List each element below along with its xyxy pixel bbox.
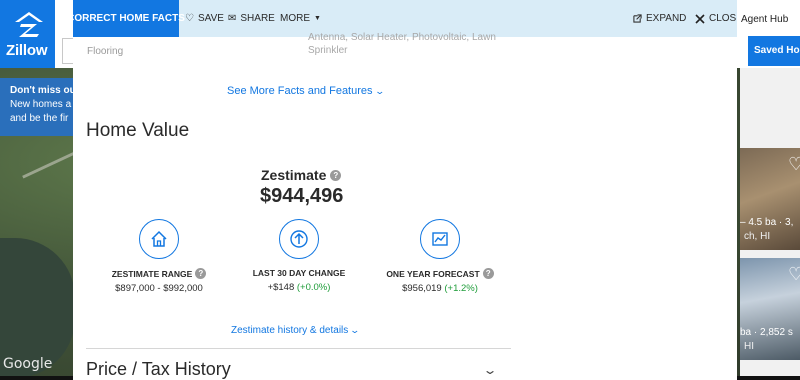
metric-value-text: +$148 xyxy=(267,282,295,293)
info-icon[interactable]: ? xyxy=(195,268,207,279)
price-tax-history-heading[interactable]: Price / Tax History xyxy=(86,359,231,380)
envelope-icon: ✉ xyxy=(228,13,237,24)
home-icon xyxy=(139,219,179,259)
metric-value: +$148 (+0.0%) xyxy=(229,282,369,293)
last-30-day-change-metric: LAST 30 DAY CHANGE +$148 (+0.0%) xyxy=(229,219,369,293)
expand-label: EXPAND xyxy=(646,13,687,24)
metric-label-text: ONE YEAR FORECAST xyxy=(386,268,480,279)
listing-card[interactable]: ♡ – 4.5 ba · 3, ch, HI xyxy=(740,148,800,250)
caret-down-icon: ▼ xyxy=(314,15,321,22)
correct-home-facts-button[interactable]: CORRECT HOME FACTS xyxy=(73,0,185,37)
metric-label: ONE YEAR FORECAST ? xyxy=(370,268,510,279)
metric-label-text: LAST 30 DAY CHANGE xyxy=(252,268,346,278)
zestimate-value: $944,496 xyxy=(260,185,344,207)
info-icon[interactable]: ? xyxy=(482,268,494,279)
metric-label-text: ZESTIMATE RANGE xyxy=(111,268,193,279)
expand-button[interactable]: EXPAND xyxy=(633,0,686,37)
metric-label: ZESTIMATE RANGE ? xyxy=(89,268,229,279)
arrow-up-icon xyxy=(279,219,319,259)
listing-meta: ba · 2,852 s xyxy=(740,327,793,338)
section-divider xyxy=(86,348,511,349)
zillow-house-icon xyxy=(15,12,43,37)
save-label: SAVE xyxy=(197,13,224,24)
trend-chart-icon xyxy=(420,219,460,259)
saved-homes-button[interactable]: Saved Hom xyxy=(748,36,800,66)
modal-body: Flooring Antenna, Solar Heater, Photovol… xyxy=(73,32,737,380)
one-year-forecast-metric: ONE YEAR FORECAST ? $956,019 (+1.2%) xyxy=(370,219,510,294)
agent-hub-link[interactable]: Agent Hub xyxy=(741,14,788,25)
zillow-logo[interactable]: Zillow xyxy=(0,0,55,68)
map-attribution: Google xyxy=(3,356,53,372)
chevron-down-icon: ⌄ xyxy=(349,325,361,335)
map-road xyxy=(22,150,78,179)
metric-label: LAST 30 DAY CHANGE xyxy=(229,268,369,278)
zestimate-history-link[interactable]: Zestimate history & details ⌄ xyxy=(231,325,361,336)
heart-icon[interactable]: ♡ xyxy=(788,154,800,175)
see-more-facts-link[interactable]: See More Facts and Features ⌄ xyxy=(227,85,385,97)
promo-banner[interactable]: Don't miss ou New homes a and be the fir xyxy=(0,78,75,136)
metric-change: (+1.2%) xyxy=(444,283,478,294)
metric-value-text: $956,019 xyxy=(402,283,442,294)
listing-location: ch, HI xyxy=(744,231,771,242)
home-details-modal: CORRECT HOME FACTS ♡ SAVE ✉ SHARE MORE ▼… xyxy=(73,0,737,380)
share-label: SHARE xyxy=(240,13,275,24)
banner-line: and be the fir xyxy=(10,113,69,124)
logo-text: Zillow xyxy=(6,42,48,59)
metric-value: $897,000 - $992,000 xyxy=(89,283,229,294)
external-link-icon xyxy=(633,14,642,23)
close-icon xyxy=(695,13,705,24)
metric-change: (+0.0%) xyxy=(296,282,331,293)
listing-card[interactable]: ♡ ba · 2,852 s HI xyxy=(740,258,800,360)
banner-title: Don't miss ou xyxy=(10,85,75,96)
close-button[interactable]: CLOSE xyxy=(695,0,737,37)
chevron-down-icon: ⌄ xyxy=(374,85,385,96)
zestimate-history-label: Zestimate history & details xyxy=(231,325,349,336)
close-label: CLOSE xyxy=(709,13,737,24)
home-value-heading: Home Value xyxy=(86,120,190,141)
share-button[interactable]: ✉ SHARE xyxy=(228,0,275,37)
listing-location: HI xyxy=(744,341,754,352)
metric-value: $956,019 (+1.2%) xyxy=(370,283,510,294)
listing-meta: – 4.5 ba · 3, xyxy=(740,217,794,228)
heart-icon: ♡ xyxy=(185,13,194,24)
chevron-down-icon[interactable]: ⌄ xyxy=(482,363,497,377)
zestimate-label-text: Zestimate xyxy=(261,167,327,183)
info-icon[interactable]: ? xyxy=(330,169,342,181)
see-more-label: See More Facts and Features xyxy=(227,85,373,97)
metric-value-text: $897,000 - $992,000 xyxy=(115,283,203,294)
save-button[interactable]: ♡ SAVE xyxy=(185,0,224,37)
zestimate-label: Zestimate ? xyxy=(261,167,342,183)
heart-icon[interactable]: ♡ xyxy=(788,264,800,285)
zestimate-range-metric: ZESTIMATE RANGE ? $897,000 - $992,000 xyxy=(89,219,229,294)
flooring-label: Flooring xyxy=(87,46,124,57)
facts-value-text: Antenna, Solar Heater, Photovoltaic, Law… xyxy=(308,32,496,56)
correct-home-facts-label: CORRECT HOME FACTS xyxy=(73,13,185,24)
more-label: MORE xyxy=(280,13,310,24)
banner-line: New homes a xyxy=(10,99,72,110)
